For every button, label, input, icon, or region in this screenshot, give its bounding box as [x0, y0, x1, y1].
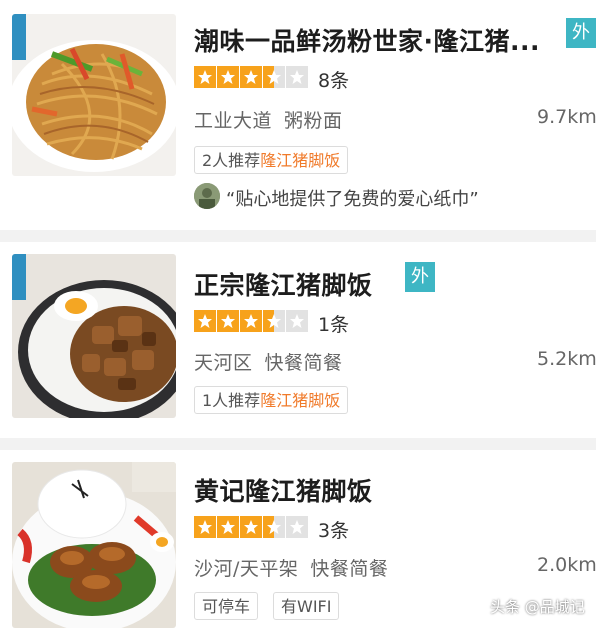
pork-trotter-plate-photo: [12, 462, 176, 628]
category-label: 快餐简餐: [310, 558, 389, 580]
star-icon: [217, 310, 239, 332]
review-count: 3条: [318, 520, 350, 542]
restaurant-card[interactable]: 正宗隆江猪脚饭 外 1条 天河区 快餐简餐 5.2km 1人推荐隆江猪脚饭: [0, 242, 596, 438]
restaurant-card[interactable]: 潮味一品鲜汤粉世家·隆江猪... 外 8条 工业大道 粥粉面 9.7km 2人推荐…: [0, 0, 596, 230]
avatar: [194, 183, 220, 209]
half-star-icon: [263, 66, 285, 88]
star-icon: [194, 516, 216, 538]
star-icon: [217, 516, 239, 538]
area-label: 工业大道: [194, 110, 273, 132]
recommend-tag[interactable]: 2人推荐隆江猪脚饭: [194, 146, 349, 174]
half-star-icon: [263, 516, 285, 538]
empty-star-icon: [286, 66, 308, 88]
restaurant-name[interactable]: 潮味一品鲜汤粉世家·隆江猪...: [194, 22, 540, 58]
category-label: 快餐简餐: [264, 352, 343, 374]
rating-stars: [194, 66, 309, 88]
review-snippet: “贴心地提供了免费的爱心纸巾”: [226, 189, 479, 210]
distance: 5.2km: [537, 348, 596, 370]
review-count: 1条: [318, 314, 350, 336]
recommend-dish: 隆江猪脚饭: [260, 391, 341, 410]
empty-star-icon: [286, 516, 308, 538]
divider: [0, 438, 596, 450]
area-category: 天河区 快餐简餐: [194, 348, 343, 375]
star-icon: [217, 66, 239, 88]
recommend-tag[interactable]: 1人推荐隆江猪脚饭: [194, 386, 349, 414]
distance: 2.0km: [537, 554, 596, 576]
parking-tag[interactable]: 可停车: [194, 592, 259, 620]
category-label: 粥粉面: [284, 110, 343, 132]
rating-stars: [194, 310, 309, 332]
recommend-count: 2人推荐: [202, 151, 261, 170]
rating-stars: [194, 516, 309, 538]
watermark: 头条 @品城记: [490, 598, 585, 616]
pork-rice-bowl-photo: [12, 254, 176, 418]
recommend-dish: 隆江猪脚饭: [260, 151, 341, 170]
takeout-badge: 外: [405, 262, 435, 292]
area-label: 天河区: [194, 352, 253, 374]
star-icon: [240, 516, 262, 538]
fried-noodles-photo: [12, 14, 176, 176]
area-category: 工业大道 粥粉面: [194, 106, 343, 133]
area-category: 沙河/天平架 快餐简餐: [194, 554, 388, 581]
divider: [0, 230, 596, 242]
star-icon: [240, 310, 262, 332]
takeout-badge: 外: [566, 18, 596, 48]
star-icon: [194, 310, 216, 332]
restaurant-name[interactable]: 正宗隆江猪脚饭: [194, 266, 373, 302]
distance: 9.7km: [537, 106, 596, 128]
recommend-count: 1人推荐: [202, 391, 261, 410]
restaurant-name[interactable]: 黄记隆江猪脚饭: [194, 472, 373, 508]
area-label: 沙河/天平架: [194, 558, 299, 580]
star-icon: [240, 66, 262, 88]
star-icon: [194, 66, 216, 88]
review-count: 8条: [318, 70, 350, 92]
wifi-tag[interactable]: 有WIFI: [273, 592, 340, 620]
half-star-icon: [263, 310, 285, 332]
empty-star-icon: [286, 310, 308, 332]
